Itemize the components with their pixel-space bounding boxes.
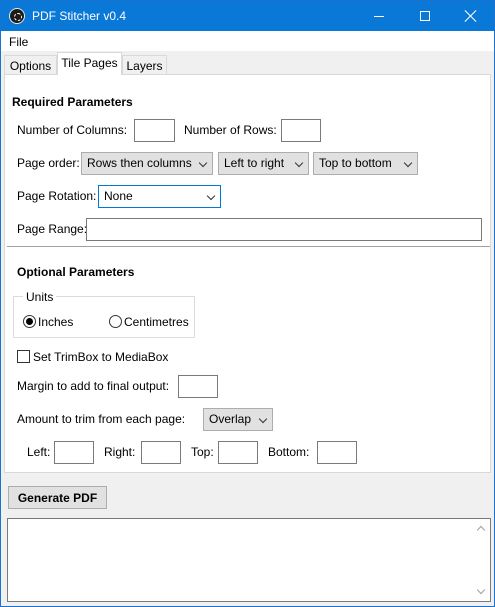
units-group-label: Units xyxy=(23,290,57,304)
close-button[interactable] xyxy=(448,1,494,31)
minimize-icon xyxy=(374,15,384,17)
tab-tile-pages[interactable]: Tile Pages xyxy=(57,52,122,75)
trim-right-input[interactable] xyxy=(141,441,181,464)
page-rotation-value: None xyxy=(104,189,133,203)
page-range-input[interactable] xyxy=(86,218,482,241)
chevron-down-icon xyxy=(198,158,208,168)
page-order-primary-select[interactable]: Rows then columns xyxy=(81,152,213,175)
centimetres-radio[interactable] xyxy=(109,315,122,328)
generate-pdf-button[interactable]: Generate PDF xyxy=(8,486,107,509)
columns-input[interactable] xyxy=(134,119,175,142)
close-icon xyxy=(465,10,477,22)
trim-left-input[interactable] xyxy=(54,441,94,464)
scroll-down-icon[interactable] xyxy=(476,585,486,595)
trim-top-label: Top: xyxy=(191,445,214,459)
page-range-label: Page Range: xyxy=(17,222,88,236)
chevron-down-icon xyxy=(294,158,304,168)
chevron-down-icon xyxy=(258,414,268,424)
inches-label[interactable]: Inches xyxy=(38,315,73,329)
vertical-order-value: Top to bottom xyxy=(319,156,392,170)
trim-top-input[interactable] xyxy=(218,441,258,464)
window-title: PDF Stitcher v0.4 xyxy=(32,9,127,23)
trim-right-label: Right: xyxy=(104,445,136,459)
chevron-down-icon xyxy=(403,158,413,168)
rows-input[interactable] xyxy=(281,119,321,142)
maximize-icon xyxy=(420,11,430,21)
inches-radio[interactable] xyxy=(23,315,36,328)
output-log[interactable] xyxy=(7,518,491,602)
tab-strip: Options Tile Pages Layers xyxy=(1,51,494,75)
margin-label: Margin to add to final output: xyxy=(17,379,170,393)
tab-options[interactable]: Options xyxy=(4,55,57,75)
maximize-button[interactable] xyxy=(402,1,448,31)
trim-bottom-input[interactable] xyxy=(317,441,357,464)
tab-layers[interactable]: Layers xyxy=(122,55,167,75)
page-rotation-select[interactable]: None xyxy=(98,185,221,208)
centimetres-label[interactable]: Centimetres xyxy=(124,315,189,329)
section-divider xyxy=(7,246,490,247)
margin-input[interactable] xyxy=(178,375,218,398)
horizontal-order-value: Left to right xyxy=(224,156,285,170)
scroll-up-icon[interactable] xyxy=(476,525,486,535)
minimize-button[interactable] xyxy=(356,1,402,31)
trim-mode-select[interactable]: Overlap xyxy=(203,408,273,431)
columns-label: Number of Columns: xyxy=(17,123,128,137)
chevron-down-icon xyxy=(206,191,216,201)
title-bar[interactable]: PDF Stitcher v0.4 xyxy=(1,1,494,31)
tile-pages-panel: Required Parameters Number of Columns: N… xyxy=(4,74,491,473)
trim-left-label: Left: xyxy=(27,445,51,459)
trim-mode-value: Overlap xyxy=(209,412,252,426)
menu-file[interactable]: File xyxy=(9,35,28,49)
rows-label: Number of Rows: xyxy=(184,123,277,137)
menu-bar: File xyxy=(1,31,494,51)
page-order-label: Page order: xyxy=(17,156,80,170)
required-parameters-heading: Required Parameters xyxy=(12,95,133,109)
vertical-order-select[interactable]: Top to bottom xyxy=(313,152,418,175)
app-window: PDF Stitcher v0.4 File Options Tile Page… xyxy=(0,0,495,607)
trim-label: Amount to trim from each page: xyxy=(17,412,186,426)
trim-bottom-label: Bottom: xyxy=(268,445,310,459)
app-logo-icon xyxy=(9,8,25,24)
trimbox-label[interactable]: Set TrimBox to MediaBox xyxy=(33,350,168,364)
trimbox-checkbox[interactable] xyxy=(17,350,30,363)
page-rotation-label: Page Rotation: xyxy=(17,189,97,203)
page-order-primary-value: Rows then columns xyxy=(87,156,192,170)
horizontal-order-select[interactable]: Left to right xyxy=(218,152,309,175)
optional-parameters-heading: Optional Parameters xyxy=(17,265,135,279)
